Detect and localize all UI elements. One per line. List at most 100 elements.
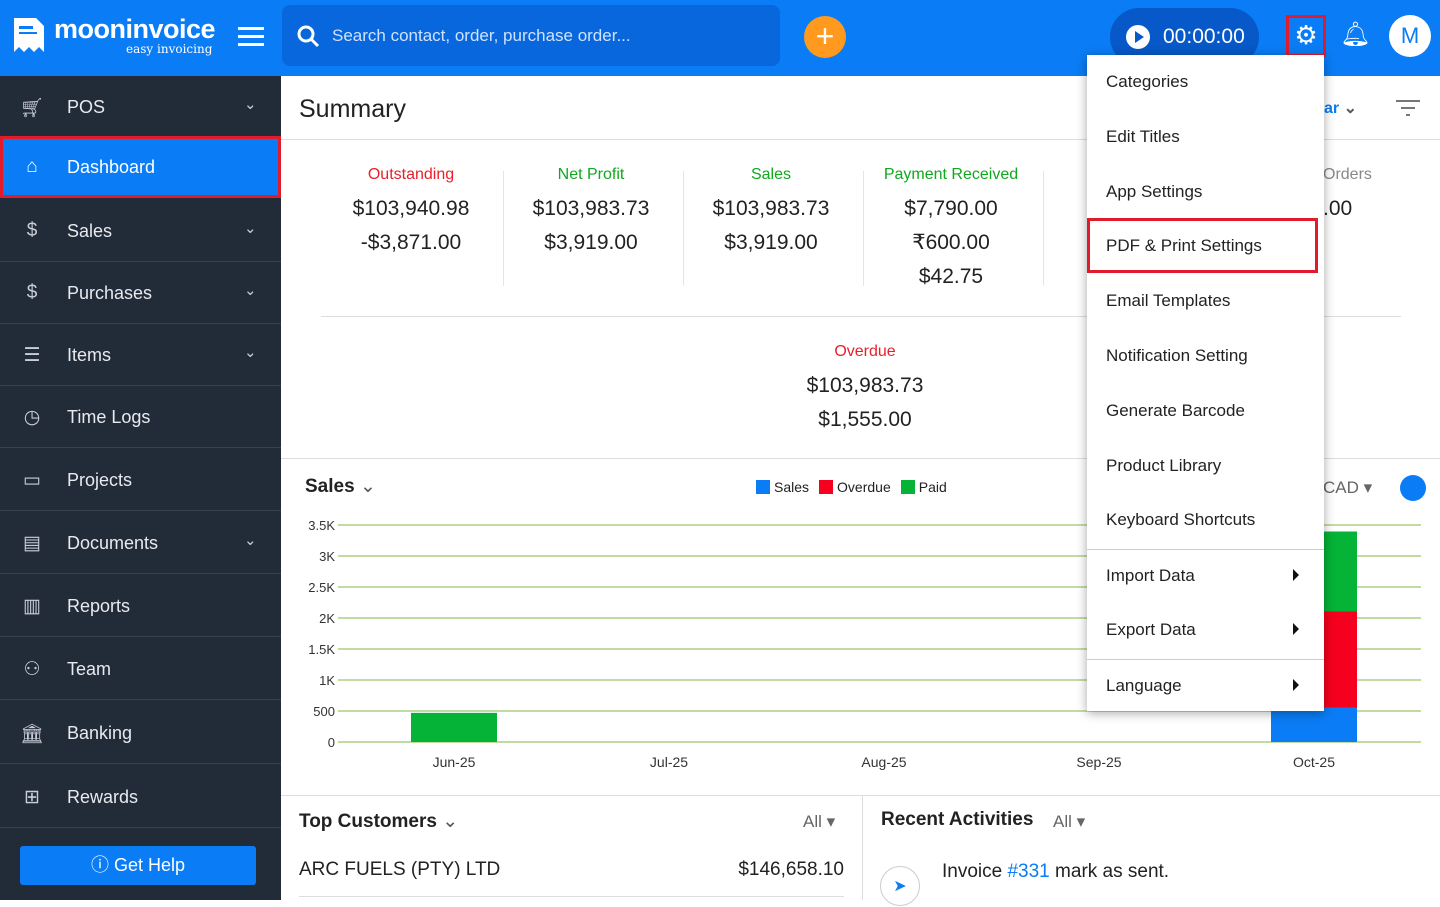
menu-item-app-settings[interactable]: App Settings	[1087, 165, 1324, 220]
legend-label[interactable]: Paid	[919, 479, 947, 495]
filter-icon[interactable]	[1396, 99, 1420, 117]
menu-item-generate-barcode[interactable]: Generate Barcode	[1087, 384, 1324, 439]
stat-value: ₹600.00	[912, 231, 990, 254]
get-help-button[interactable]: ⓘ Get Help	[20, 846, 256, 885]
sidebar-item-label: Items	[67, 345, 112, 365]
menu-item-label: Product Library	[1106, 456, 1222, 475]
menu-item-language[interactable]: Language	[1087, 659, 1324, 714]
x-tick-label: Aug-25	[861, 754, 906, 770]
sidebar-item-banking[interactable]: 🏛︎ Banking	[0, 702, 281, 764]
sidebar-item-reports[interactable]: ▥ Reports	[0, 575, 281, 637]
top-customers-title[interactable]: Top Customers ⌄	[299, 810, 458, 833]
legend-label[interactable]: Sales	[774, 479, 809, 495]
stat-title: Sales	[750, 166, 792, 183]
sidebar-item-label: Reports	[67, 596, 131, 616]
sidebar-item-pos[interactable]: 🛒︎ POS ⌄	[0, 76, 281, 138]
stat-overdue[interactable]: Overdue $103,983.73 $1,555.00	[775, 341, 955, 437]
stat-value: $103,940.98	[352, 197, 470, 220]
bank-icon: 🏛︎	[20, 724, 45, 745]
activity-item: Invoice #331 mark as sent.	[942, 861, 1170, 882]
y-tick-label: 1K	[319, 673, 335, 688]
sidebar-item-projects[interactable]: ▭ Projects	[0, 449, 281, 511]
chart-icon: ▥	[23, 596, 41, 617]
legend-label[interactable]: Overdue	[837, 479, 891, 495]
table-row[interactable]: ARC FUELS (PTY) LTD $146,658.10	[299, 859, 844, 897]
sidebar-item-time-logs[interactable]: ◷ Time Logs	[0, 386, 281, 448]
menu-item-pdf-print-settings[interactable]: PDF & Print Settings	[1087, 218, 1318, 273]
chart-legend: Sales Overdue Paid	[746, 479, 947, 495]
page-title: Summary	[299, 95, 406, 123]
menu-item-label: Keyboard Shortcuts	[1106, 510, 1256, 529]
invoice-link[interactable]: #331	[1007, 861, 1049, 882]
currency-select[interactable]: CAD ▾	[1323, 478, 1372, 498]
menu-item-email-templates[interactable]: Email Templates	[1087, 274, 1324, 329]
sidebar-item-team[interactable]: ⚇ Team	[0, 638, 281, 700]
basket-icon: 🛒︎	[20, 98, 45, 119]
y-tick-label: 0	[328, 735, 335, 750]
stat-title: Overdue	[834, 343, 896, 360]
legend-swatch	[900, 480, 915, 494]
menu-item-label: Notification Setting	[1106, 346, 1248, 365]
y-tick-label: 3.5K	[308, 518, 335, 533]
timer-value: 00:00:00	[1163, 25, 1245, 48]
menu-item-label: Generate Barcode	[1106, 401, 1245, 420]
sidebar-item-label: Banking	[67, 723, 133, 743]
logo-icon	[14, 18, 44, 52]
bag-icon: $	[26, 282, 38, 303]
sidebar-item-label: Projects	[67, 470, 133, 490]
bar-paid[interactable]	[411, 712, 497, 742]
recent-activities-title: Recent Activities	[881, 809, 1034, 830]
menu-toggle-icon[interactable]	[238, 27, 264, 47]
stat-sales[interactable]: Sales $103,983.73 $3,919.00	[681, 164, 861, 260]
stat-outstanding[interactable]: Outstanding $103,940.98 -$3,871.00	[321, 164, 501, 260]
avatar[interactable]: M	[1389, 15, 1431, 57]
sidebar: 🛒︎ POS ⌄ ⌂ Dashboard $ Sales ⌄ $ Purchases ⌄ ☰ Items…	[0, 76, 281, 900]
sidebar-item-label: Team	[67, 659, 112, 679]
menu-item-edit-titles[interactable]: Edit Titles	[1087, 110, 1324, 165]
stat-orders[interactable]: Orders .00	[1323, 164, 1403, 226]
search-input[interactable]	[332, 5, 772, 66]
logo[interactable]: mooninvoice easy invoicing	[12, 14, 216, 59]
menu-item-keyboard-shortcuts[interactable]: Keyboard Shortcuts	[1087, 493, 1324, 548]
menu-item-label: Language	[1106, 676, 1182, 695]
chevron-down-icon: ⌄	[244, 532, 257, 549]
chevron-down-icon: ⌄	[244, 282, 257, 299]
brand-tagline: easy invoicing	[126, 42, 213, 56]
submenu-arrow-icon	[1293, 569, 1299, 581]
sidebar-item-label: POS	[67, 97, 106, 117]
menu-item-categories[interactable]: Categories	[1087, 55, 1324, 110]
stat-net-profit[interactable]: Net Profit $103,983.73 $3,919.00	[501, 164, 681, 260]
period-select[interactable]: ar ⌄	[1324, 98, 1357, 118]
customer-name: ARC FUELS (PTY) LTD	[299, 859, 501, 880]
sidebar-item-items[interactable]: ☰ Items ⌄	[0, 324, 281, 386]
menu-item-notification-setting[interactable]: Notification Setting	[1087, 329, 1324, 384]
stat-value: -$3,871.00	[360, 231, 462, 254]
sidebar-item-dashboard[interactable]: ⌂ Dashboard	[0, 136, 281, 198]
sidebar-item-purchases[interactable]: $ Purchases ⌄	[0, 262, 281, 324]
sidebar-item-label: Dashboard	[67, 157, 156, 177]
dollar-doc-icon: $	[26, 220, 38, 241]
help-icon: ⓘ	[90, 855, 109, 875]
menu-item-import-data[interactable]: Import Data	[1087, 549, 1324, 604]
customer-amount: $146,658.10	[738, 859, 844, 880]
recent-filter[interactable]: All ▾	[1053, 812, 1085, 832]
add-button[interactable]: +	[804, 16, 846, 58]
settings-gear-icon[interactable]: ⚙	[1286, 15, 1326, 57]
sidebar-item-documents[interactable]: ▤ Documents ⌄	[0, 512, 281, 574]
sales-chart-title[interactable]: Sales ⌄	[305, 475, 376, 498]
stat-payment-received[interactable]: Payment Received $7,790.00 ₹600.00 $42.75	[861, 164, 1041, 294]
menu-item-label: Export Data	[1106, 620, 1196, 639]
sidebar-item-sales[interactable]: $ Sales ⌄	[0, 200, 281, 262]
chevron-down-icon: ⌄	[244, 344, 257, 361]
stat-title: Orders	[1323, 166, 1372, 183]
notification-bell-icon[interactable]: 🔔︎	[1340, 20, 1370, 49]
sidebar-item-rewards[interactable]: ⊞ Rewards	[0, 766, 281, 828]
team-icon: ⚇	[23, 659, 41, 680]
top-customers-filter[interactable]: All ▾	[803, 812, 835, 832]
menu-item-product-library[interactable]: Product Library	[1087, 439, 1324, 494]
sidebar-item-label: Rewards	[67, 787, 139, 807]
stat-title: Net Profit	[557, 166, 625, 183]
home-icon: ⌂	[26, 156, 38, 177]
menu-item-export-data[interactable]: Export Data	[1087, 603, 1324, 658]
pie-chart-icon[interactable]	[1400, 475, 1426, 501]
